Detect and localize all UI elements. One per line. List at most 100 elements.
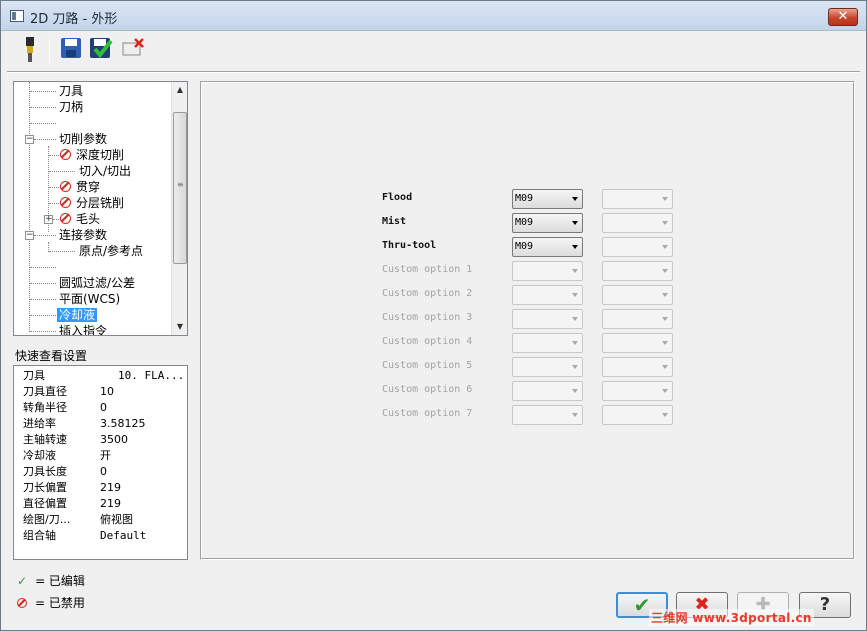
tool-icon[interactable] (17, 37, 43, 65)
tree-item-holder[interactable]: 刀柄 (59, 99, 83, 115)
edited-check-icon: ✓ (17, 574, 28, 588)
coolant-row-custom-5: Custom option 5 (382, 357, 682, 377)
tree-item-label: 分层铣削 (76, 196, 125, 210)
tree-item-canned-text[interactable]: 插入指令 (59, 323, 107, 335)
qv-value: 10. FLA... (118, 369, 185, 382)
custom-2-select-2[interactable] (602, 285, 673, 305)
custom-4-select-2[interactable] (602, 333, 673, 353)
scroll-up-icon[interactable]: ▲ (172, 82, 187, 98)
tree-item-lead-in-out[interactable]: 切入/切出 (79, 163, 131, 179)
mist-select-2[interactable] (602, 213, 673, 233)
qv-key: 主轴转速 (23, 433, 67, 446)
custom-6-select-2[interactable] (602, 381, 673, 401)
quick-view-panel: 刀具 10. FLA... 刀具直径 10 转角半径 0 进给率 3.58125 主轴转… (13, 365, 188, 560)
parameter-tree[interactable]: − + − 刀具 刀柄 切削参数 深度切削 切入/切出 贯穿 分层铣削 毛头 连… (13, 81, 188, 336)
tree-item-planes[interactable]: 平面(WCS) (59, 291, 120, 307)
legend-disabled: = 已禁用 (17, 594, 85, 611)
tree-item-home-ref[interactable]: 原点/参考点 (79, 243, 143, 259)
thru-tool-select-2[interactable] (602, 237, 673, 257)
custom-1-select[interactable] (512, 261, 583, 281)
chevron-down-icon (572, 317, 578, 321)
disabled-icon (60, 181, 71, 192)
custom-2-select[interactable] (512, 285, 583, 305)
help-icon: ? (819, 594, 831, 615)
tree-item-tool[interactable]: 刀具 (59, 83, 83, 99)
custom-5-select-2[interactable] (602, 357, 673, 377)
quick-view-row: 刀具长度 0 (23, 464, 107, 480)
tree-item-linking[interactable]: 连接参数 (59, 227, 107, 243)
qv-value: Default (100, 529, 147, 542)
coolant-row-custom-6: Custom option 6 (382, 381, 682, 401)
qv-value: 219 (100, 481, 121, 494)
toolbar-divider (7, 71, 860, 73)
coolant-row-custom-1: Custom option 1 (382, 261, 682, 281)
custom-4-select[interactable] (512, 333, 583, 353)
quick-view-row: 绘图/刀... 俯视图 (23, 512, 133, 528)
chevron-down-icon (572, 221, 578, 225)
tree-item-label: 深度切削 (76, 148, 125, 162)
chevron-down-icon (662, 197, 668, 201)
coolant-label: Custom option 5 (382, 360, 473, 371)
custom-3-select[interactable] (512, 309, 583, 329)
coolant-label: Thru-tool (382, 240, 437, 251)
tree-scrollbar[interactable]: ▲ ≡ ▼ (171, 82, 187, 335)
tree-item-coolant[interactable]: 冷却液 (57, 307, 98, 323)
tree-item-tabs[interactable]: 毛头 (60, 211, 100, 227)
tree-item-label: 毛头 (76, 212, 101, 226)
coolant-row-thru-tool: Thru-tool M09 (382, 237, 682, 257)
quick-view-row: 主轴转速 3500 (23, 432, 128, 448)
tree-item-multi-passes[interactable]: 分层铣削 (60, 195, 124, 211)
custom-7-select[interactable] (512, 405, 583, 425)
legend-edited: ✓ = 已编辑 (17, 572, 85, 589)
close-button[interactable]: ✕ (828, 8, 858, 26)
coolant-row-custom-3: Custom option 3 (382, 309, 682, 329)
qv-key: 进给率 (23, 417, 56, 430)
thru-tool-select[interactable]: M09 (512, 237, 583, 257)
scroll-down-icon[interactable]: ▼ (172, 319, 187, 335)
qv-key: 冷却液 (23, 449, 56, 462)
check-icon: ✔ (633, 593, 651, 617)
chevron-down-icon (662, 389, 668, 393)
chevron-down-icon (662, 293, 668, 297)
flood-select[interactable]: M09 (512, 189, 583, 209)
qv-value: 219 (100, 497, 121, 510)
tree-collapse-linking[interactable]: − (25, 231, 34, 240)
custom-7-select-2[interactable] (602, 405, 673, 425)
qv-value: 0 (100, 465, 107, 478)
quick-view-row: 转角半径 0 (23, 400, 107, 416)
tree-collapse-cutting[interactable]: − (25, 135, 34, 144)
coolant-label: Custom option 3 (382, 312, 473, 323)
tree-item-cut-params[interactable]: 切削参数 (59, 131, 107, 147)
custom-6-select[interactable] (512, 381, 583, 401)
qv-key: 刀具长度 (23, 465, 67, 478)
save-icon[interactable] (58, 37, 84, 65)
coolant-row-flood: Flood M09 (382, 189, 682, 209)
qv-key: 刀具直径 (23, 385, 67, 398)
quick-view-row: 刀具直径 10 (23, 384, 114, 400)
chevron-down-icon (662, 365, 668, 369)
qv-value: 0 (100, 401, 107, 414)
custom-5-select[interactable] (512, 357, 583, 377)
delete-icon[interactable] (120, 37, 146, 65)
coolant-row-custom-2: Custom option 2 (382, 285, 682, 305)
tree-expand-burr[interactable]: + (44, 215, 53, 224)
chevron-down-icon (662, 245, 668, 249)
tree-item-depth-cuts[interactable]: 深度切削 (60, 147, 124, 163)
scroll-thumb[interactable]: ≡ (173, 112, 187, 264)
custom-1-select-2[interactable] (602, 261, 673, 281)
tree-item-arc-filter[interactable]: 圆弧过滤/公差 (59, 275, 135, 291)
mist-select[interactable]: M09 (512, 213, 583, 233)
qv-key: 直径偏置 (23, 497, 67, 510)
custom-3-select-2[interactable] (602, 309, 673, 329)
chevron-down-icon (572, 269, 578, 273)
tree-item-label: 贯穿 (76, 180, 101, 194)
toolbar-separator (49, 39, 50, 63)
flood-select-2[interactable] (602, 189, 673, 209)
chevron-down-icon (572, 197, 578, 201)
qv-value: 开 (100, 449, 111, 462)
tree-item-break-through[interactable]: 贯穿 (60, 179, 100, 195)
coolant-label: Custom option 7 (382, 408, 473, 419)
save-green-icon[interactable] (88, 37, 114, 65)
title-bar[interactable]: 2D 刀路 - 外形 ✕ (1, 1, 866, 31)
disabled-icon (60, 149, 71, 160)
